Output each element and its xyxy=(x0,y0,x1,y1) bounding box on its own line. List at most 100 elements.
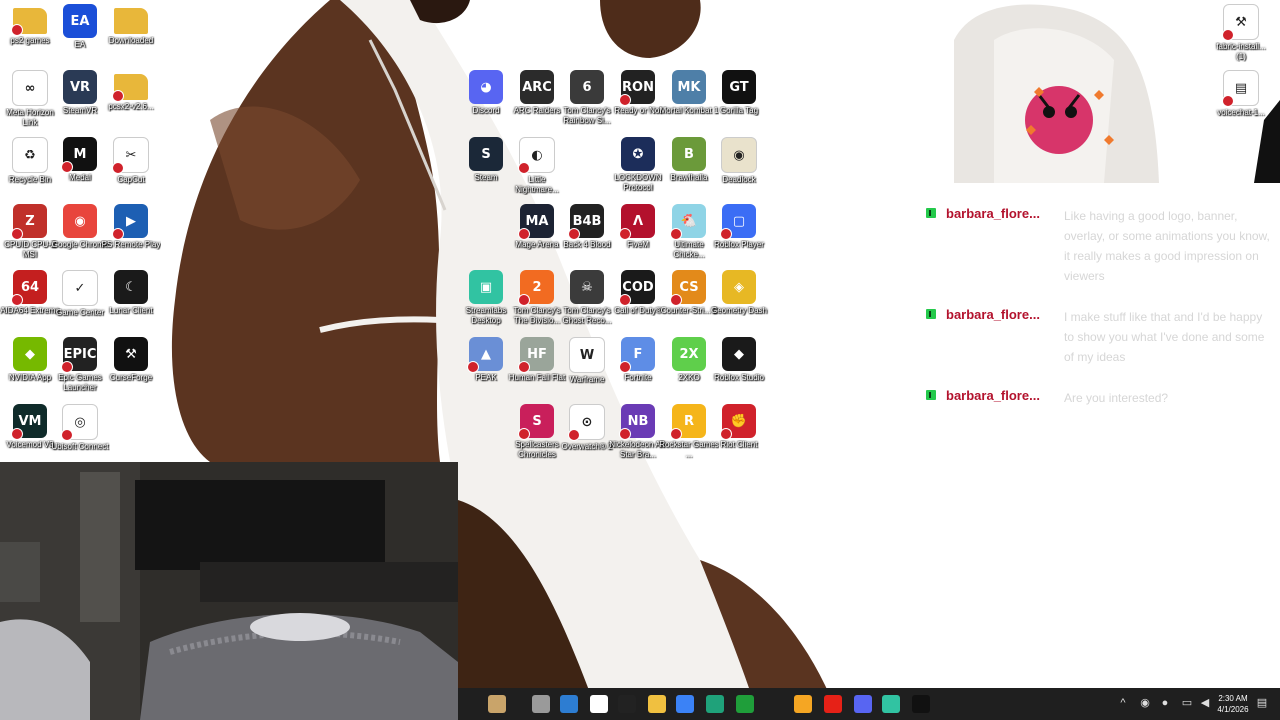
chat-message-text: Like having a good logo, banner, overlay… xyxy=(1064,209,1270,283)
tray-app-icon[interactable]: ◉ xyxy=(1139,697,1151,709)
riot-client-icon: ✊ xyxy=(720,404,756,440)
shortcut-error-badge-icon xyxy=(112,228,124,240)
ps2-games-icon xyxy=(11,8,47,36)
shortcut-error-badge-icon xyxy=(619,361,631,373)
taskbar-discord-icon[interactable] xyxy=(854,695,872,713)
desktop-icon-fabric-installer[interactable]: ⚒ fabric-install... (1) xyxy=(1211,0,1271,64)
fortnite-icon: F xyxy=(619,337,655,373)
streamlabs-icon: ▣ xyxy=(469,270,503,304)
shortcut-error-badge-icon xyxy=(619,294,631,306)
gorilla-tag-icon: GT xyxy=(722,70,756,104)
back-4-blood-icon: B4B xyxy=(568,204,604,240)
taskbar-amazon-icon[interactable] xyxy=(618,695,636,713)
desktop-icon-little-nightmares[interactable]: ◐ Little Nightmare... xyxy=(507,133,567,197)
shortcut-error-badge-icon xyxy=(568,429,580,441)
call-of-duty-icon: COD xyxy=(619,270,655,306)
desktop-icon-label: Roblox Studio xyxy=(714,373,764,382)
taskbar-widgets-icon[interactable] xyxy=(488,695,506,713)
taskbar-clock[interactable]: 2:30 AM 4/1/2026 xyxy=(1210,693,1256,715)
desktop-icon-label: CapCut xyxy=(117,175,145,184)
chat-message-text: Are you interested? xyxy=(1064,391,1169,405)
shortcut-error-badge-icon xyxy=(61,161,73,173)
peak-icon: ▲ xyxy=(467,337,503,373)
chat-message-text: I make stuff like that and I'd be happy … xyxy=(1064,310,1265,364)
mage-arena-icon: MA xyxy=(518,204,554,240)
shortcut-error-badge-icon xyxy=(619,428,631,440)
geometry-dash-icon: ◈ xyxy=(722,270,756,304)
taskbar-task-view-icon[interactable] xyxy=(532,695,550,713)
desktop-icon-label: pcsx2-v2.6... xyxy=(108,102,154,111)
ubisoft-connect-icon: ◎ xyxy=(61,404,98,441)
shortcut-error-badge-icon xyxy=(518,294,530,306)
desktop-icon-roblox-player[interactable]: ▢ Roblox Player xyxy=(709,200,769,264)
lunar-client-icon: ☾ xyxy=(114,270,148,304)
mortal-kombat-icon: MK xyxy=(672,70,706,104)
chat-message: barbara_flore... I make stuff like that a… xyxy=(924,307,1280,367)
shortcut-error-badge-icon xyxy=(11,24,23,36)
taskbar-brave-icon[interactable] xyxy=(794,695,812,713)
shortcut-error-badge-icon xyxy=(518,428,530,440)
ea-icon: EA xyxy=(63,4,97,38)
desktop-icon-curseforge[interactable]: ⚒ CurseForge xyxy=(101,333,161,397)
epic-games-icon: EPIC xyxy=(61,337,97,373)
desktop-icon-voicechat-file[interactable]: ▤ voicechat-1... xyxy=(1211,66,1271,130)
webcam-feed xyxy=(0,462,458,720)
network-icon[interactable]: ▭ xyxy=(1181,697,1193,709)
chat-message: barbara_flore... Like having a good logo,… xyxy=(924,206,1280,286)
desktop-icon-downloaded[interactable]: Downloaded xyxy=(101,0,161,64)
desktop-icon-riot-client[interactable]: ✊ Riot Client xyxy=(709,400,769,464)
shortcut-error-badge-icon xyxy=(11,428,23,440)
shortcut-error-badge-icon xyxy=(112,162,124,174)
shortcut-error-badge-icon xyxy=(11,294,23,306)
taskbar-store-icon[interactable] xyxy=(560,695,578,713)
kick-badge-icon xyxy=(926,208,936,218)
shortcut-error-badge-icon xyxy=(670,228,682,240)
google-chrome-icon: ◉ xyxy=(63,204,97,238)
desktop-icon-geometry-dash[interactable]: ◈ Geometry Dash xyxy=(709,266,769,330)
desktop-icon-lunar-client[interactable]: ☾ Lunar Client xyxy=(101,266,161,330)
taskbar-streamlabs-icon[interactable] xyxy=(882,695,900,713)
shortcut-error-badge-icon xyxy=(619,94,631,106)
desktop-icon-roblox-studio[interactable]: ◆ Roblox Studio xyxy=(709,333,769,397)
fabric-installer-icon: ⚒ xyxy=(1222,4,1259,41)
show-hidden-icons-icon[interactable]: ^ xyxy=(1117,697,1129,709)
desktop-icon-label: Ubisoft Connect xyxy=(51,442,109,451)
taskbar-file-icon[interactable] xyxy=(590,695,608,713)
desktop-icon-pcsx2-folder[interactable]: pcsx2-v2.6... xyxy=(101,66,161,130)
desktop-icon-label: fabric-install... (1) xyxy=(1216,42,1266,61)
counter-strike-icon: CS xyxy=(670,270,706,306)
steam-icon: S xyxy=(469,137,503,171)
roblox-player-icon: ▢ xyxy=(720,204,756,240)
taskbar-copilot-icon[interactable] xyxy=(676,695,694,713)
desktop-icon-label: Downloaded xyxy=(108,36,154,45)
desktop-icon-label: voicechat-1... xyxy=(1217,108,1265,117)
taskbar-xbox-icon[interactable] xyxy=(736,695,754,713)
clock-time: 2:30 AM xyxy=(1218,694,1248,703)
notifications-icon[interactable]: ▤ xyxy=(1256,697,1268,709)
chat-username: barbara_flore... xyxy=(946,206,1040,221)
desktop-icon-ubisoft-connect[interactable]: ◎ Ubisoft Connect xyxy=(50,400,110,464)
taskbar-file-explorer-icon[interactable] xyxy=(648,695,666,713)
shortcut-error-badge-icon xyxy=(61,429,73,441)
chat-message: barbara_flore... Are you interested? xyxy=(924,388,1280,408)
kick-badge-icon xyxy=(926,309,936,319)
desktop-icon-label: Gorilla Tag xyxy=(719,106,759,115)
taskbar-edge-icon[interactable] xyxy=(706,695,724,713)
desktop-icon-gorilla-tag[interactable]: GT Gorilla Tag xyxy=(709,66,769,130)
shortcut-error-badge-icon xyxy=(112,90,124,102)
human-fall-flat-icon: HF xyxy=(518,337,554,373)
desktop-icon-label: Riot Client xyxy=(720,440,758,449)
taskbar-youtube-icon[interactable] xyxy=(824,695,842,713)
downloaded-icon xyxy=(114,8,148,34)
2xko-icon: 2X xyxy=(672,337,706,371)
clock-date: 4/1/2026 xyxy=(1217,705,1249,714)
ready-or-not-icon: RON xyxy=(619,70,655,106)
desktop-icon-capcut[interactable]: ✂ CapCut xyxy=(101,133,161,197)
taskbar-tiktok-icon[interactable] xyxy=(912,695,930,713)
microphone-icon[interactable]: ● xyxy=(1159,697,1171,709)
desktop-icon-deadlock[interactable]: ◉ Deadlock xyxy=(709,133,769,197)
desktop-icon-ps-remote-play[interactable]: ▶ PS Remote Play xyxy=(101,200,161,264)
shortcut-error-badge-icon xyxy=(568,228,580,240)
shortcut-error-badge-icon xyxy=(518,361,530,373)
shortcut-error-badge-icon xyxy=(720,428,732,440)
